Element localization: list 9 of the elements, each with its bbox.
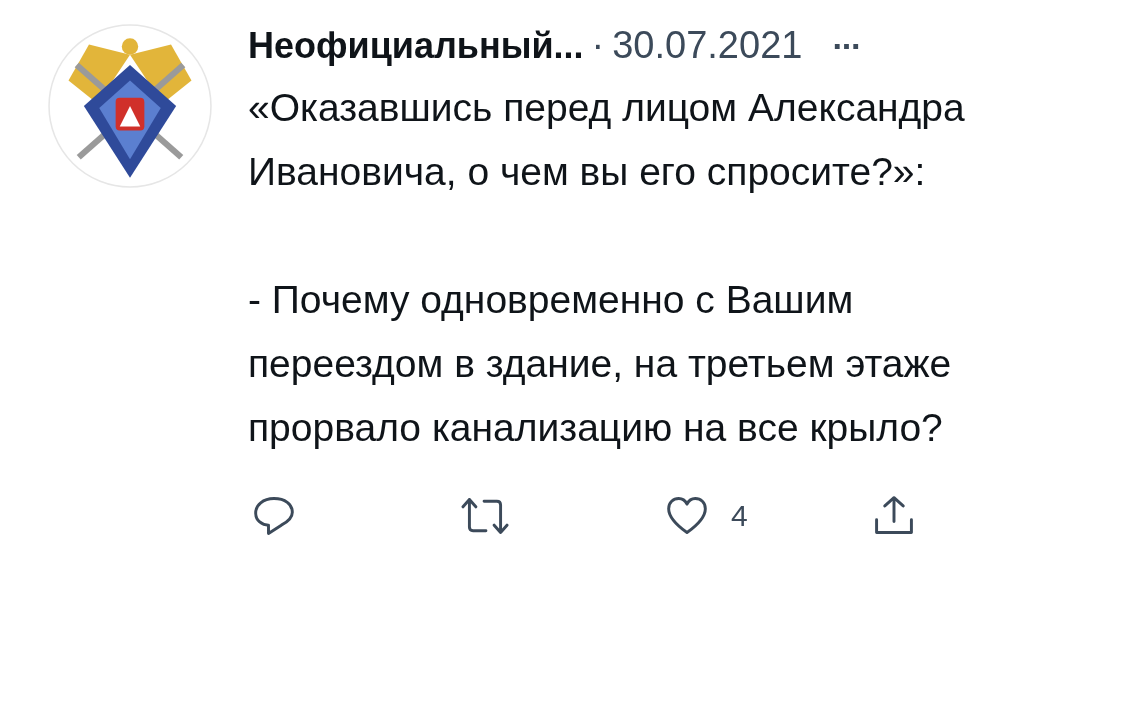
tweet-text: - Почему одновременно с Вашим переездом в здание, на третьем этаже прорвало канализацию на все крыло? (248, 277, 953, 451)
tweet-date[interactable]: 30.07.2021 (612, 24, 803, 67)
like-count: 4 (731, 499, 748, 533)
emblem-avatar[interactable] (48, 24, 212, 188)
author-name[interactable]: Неофициальный... (248, 25, 584, 67)
separator-dot: · (591, 24, 605, 67)
more-button[interactable]: ··· (832, 27, 861, 66)
speech-bubble-icon[interactable] (252, 494, 296, 538)
tweet-text: «Оказавшись перед лицом Александра Ивановича, о чем вы его спросите?»: (248, 85, 966, 195)
